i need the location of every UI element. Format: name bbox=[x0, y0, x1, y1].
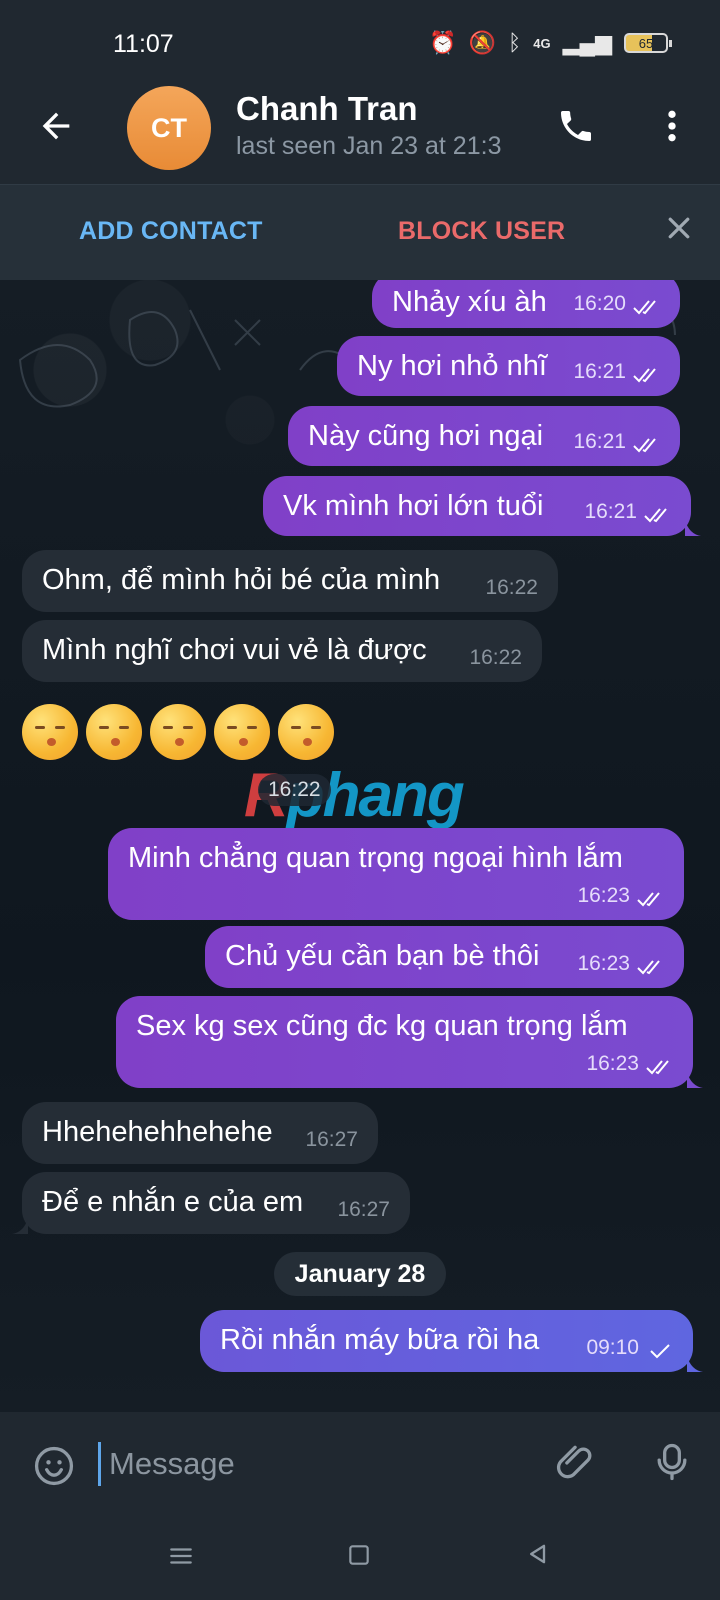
double-check-icon bbox=[633, 368, 656, 383]
message-time: 16:21 bbox=[573, 360, 626, 383]
message-bubble-outgoing[interactable]: Nhảy xíu àh 16:20 bbox=[372, 280, 680, 328]
single-check-icon bbox=[650, 1344, 670, 1359]
message-text: Mình nghĩ chơi vui vẻ là được bbox=[42, 634, 427, 666]
message-bubble-outgoing[interactable]: Rồi nhắn máy bữa rồi ha 09:10 bbox=[200, 1310, 703, 1372]
battery-icon: 65 bbox=[624, 33, 672, 53]
avatar-initials: CT bbox=[151, 112, 187, 143]
signal-icon: ▂▄▆ bbox=[562, 30, 612, 55]
kissing-face-icon bbox=[150, 704, 206, 760]
alarm-icon: ⏰ bbox=[429, 30, 457, 55]
message-bubble-incoming[interactable]: Ohm, để mình hỏi bé của mình 16:22 bbox=[22, 550, 558, 612]
message-bubble-outgoing[interactable]: Này cũng hơi ngại 16:21 bbox=[288, 406, 680, 466]
message-time: 16:23 bbox=[577, 952, 630, 975]
phone-icon[interactable] bbox=[556, 106, 596, 146]
double-check-icon bbox=[646, 1060, 669, 1075]
message-text: Hhehehehhehehe bbox=[42, 1116, 273, 1148]
message-text: Ny hơi nhỏ nhĩ bbox=[357, 350, 547, 382]
back-icon[interactable] bbox=[36, 106, 76, 146]
date-separator: January 28 bbox=[274, 1252, 446, 1296]
message-time: 16:23 bbox=[577, 884, 630, 907]
message-time: 16:21 bbox=[584, 500, 637, 523]
bubble-tail bbox=[12, 1218, 28, 1234]
notifications-off-icon: 🔕 bbox=[468, 30, 497, 55]
home-icon[interactable] bbox=[346, 1542, 372, 1568]
message-text: Chủ yếu cần bạn bè thôi bbox=[225, 940, 540, 972]
message-text: Nhảy xíu àh bbox=[392, 286, 547, 318]
kissing-face-icon bbox=[214, 704, 270, 760]
status-bar: 11:07 ⏰ 🔕 ᛒ 4G ▂▄▆ 65 bbox=[0, 0, 720, 80]
double-check-icon bbox=[633, 438, 656, 453]
kissing-face-icon bbox=[278, 704, 334, 760]
message-time: 16:22 bbox=[258, 774, 331, 806]
message-bubble-incoming[interactable]: Hhehehehhehehe 16:27 bbox=[22, 1102, 378, 1164]
message-text: Này cũng hơi ngại bbox=[308, 420, 544, 452]
double-check-icon bbox=[644, 508, 667, 523]
microphone-icon[interactable] bbox=[650, 1440, 694, 1484]
kissing-face-icon bbox=[22, 704, 78, 760]
avatar[interactable]: CT bbox=[127, 86, 211, 170]
chat-header: CT Chanh Tran last seen Jan 23 at 21:3 bbox=[0, 80, 720, 184]
bubble-tail bbox=[685, 520, 701, 536]
message-bubble-incoming[interactable]: Để e nhắn e của em 16:27 bbox=[12, 1172, 410, 1234]
message-bubble-outgoing[interactable]: Chủ yếu cần bạn bè thôi 16:23 bbox=[205, 926, 684, 988]
double-check-icon bbox=[637, 892, 660, 907]
block-user-button[interactable]: BLOCK USER bbox=[398, 217, 565, 246]
close-icon[interactable] bbox=[664, 213, 694, 243]
message-time: 16:23 bbox=[586, 1052, 639, 1075]
message-time: 16:22 bbox=[485, 576, 538, 599]
contact-name[interactable]: Chanh Tran bbox=[236, 90, 418, 128]
status-time: 11:07 bbox=[113, 30, 174, 58]
message-text: Ohm, để mình hỏi bé của mình bbox=[42, 564, 441, 596]
contact-action-bar: ADD CONTACT BLOCK USER bbox=[0, 184, 720, 280]
message-time: 16:27 bbox=[305, 1128, 358, 1151]
bubble-tail bbox=[687, 1356, 703, 1372]
kissing-face-icon bbox=[86, 704, 142, 760]
bluetooth-icon: ᛒ bbox=[508, 30, 522, 55]
message-bubble-outgoing[interactable]: Ny hơi nhỏ nhĩ 16:21 bbox=[337, 336, 680, 396]
emoji-message[interactable] bbox=[22, 704, 334, 760]
more-vertical-icon[interactable] bbox=[652, 106, 692, 146]
status-icons: ⏰ 🔕 ᛒ 4G ▂▄▆ 65 bbox=[429, 30, 672, 56]
battery-level: 65 bbox=[638, 35, 654, 51]
message-text: Rồi nhắn máy bữa rồi ha bbox=[220, 1324, 540, 1356]
message-time: 16:27 bbox=[337, 1198, 390, 1221]
message-input[interactable]: Message bbox=[98, 1442, 518, 1486]
message-bubble-outgoing[interactable]: Sex kg sex cũng đc kg quan trọng lắm 16:… bbox=[116, 996, 703, 1088]
message-time: 09:10 bbox=[586, 1336, 639, 1359]
network-label: 4G bbox=[533, 35, 551, 51]
emoji-icon[interactable] bbox=[32, 1444, 76, 1488]
system-navigation-bar bbox=[0, 1512, 720, 1600]
message-time: 16:22 bbox=[469, 646, 522, 669]
message-text: Sex kg sex cũng đc kg quan trọng lắm bbox=[136, 1010, 628, 1042]
message-text: Để e nhắn e của em bbox=[42, 1186, 304, 1218]
message-composer: Message bbox=[0, 1412, 720, 1512]
message-list[interactable]: Nhảy xíu àh 16:20 Ny hơi nhỏ nhĩ 16:21 N… bbox=[0, 280, 720, 1412]
bubble-tail bbox=[687, 1072, 703, 1088]
message-bubble-outgoing[interactable]: Minh chẳng quan trọng ngoại hình lắm 16:… bbox=[108, 828, 684, 920]
message-bubble-incoming[interactable]: Mình nghĩ chơi vui vẻ là được 16:22 bbox=[22, 620, 542, 682]
menu-icon[interactable] bbox=[168, 1543, 194, 1569]
double-check-icon bbox=[637, 960, 660, 975]
back-triangle-icon[interactable] bbox=[523, 1540, 551, 1568]
message-text: Vk mình hơi lớn tuổi bbox=[283, 490, 544, 522]
message-text: Minh chẳng quan trọng ngoại hình lắm bbox=[128, 842, 623, 874]
message-time: 16:20 bbox=[573, 292, 626, 315]
double-check-icon bbox=[633, 300, 656, 315]
add-contact-button[interactable]: ADD CONTACT bbox=[79, 217, 263, 246]
contact-status: last seen Jan 23 at 21:3 bbox=[236, 132, 502, 160]
attachment-icon[interactable] bbox=[554, 1440, 598, 1484]
message-bubble-outgoing[interactable]: Vk mình hơi lớn tuổi 16:21 bbox=[263, 476, 701, 536]
message-time: 16:21 bbox=[573, 430, 626, 453]
